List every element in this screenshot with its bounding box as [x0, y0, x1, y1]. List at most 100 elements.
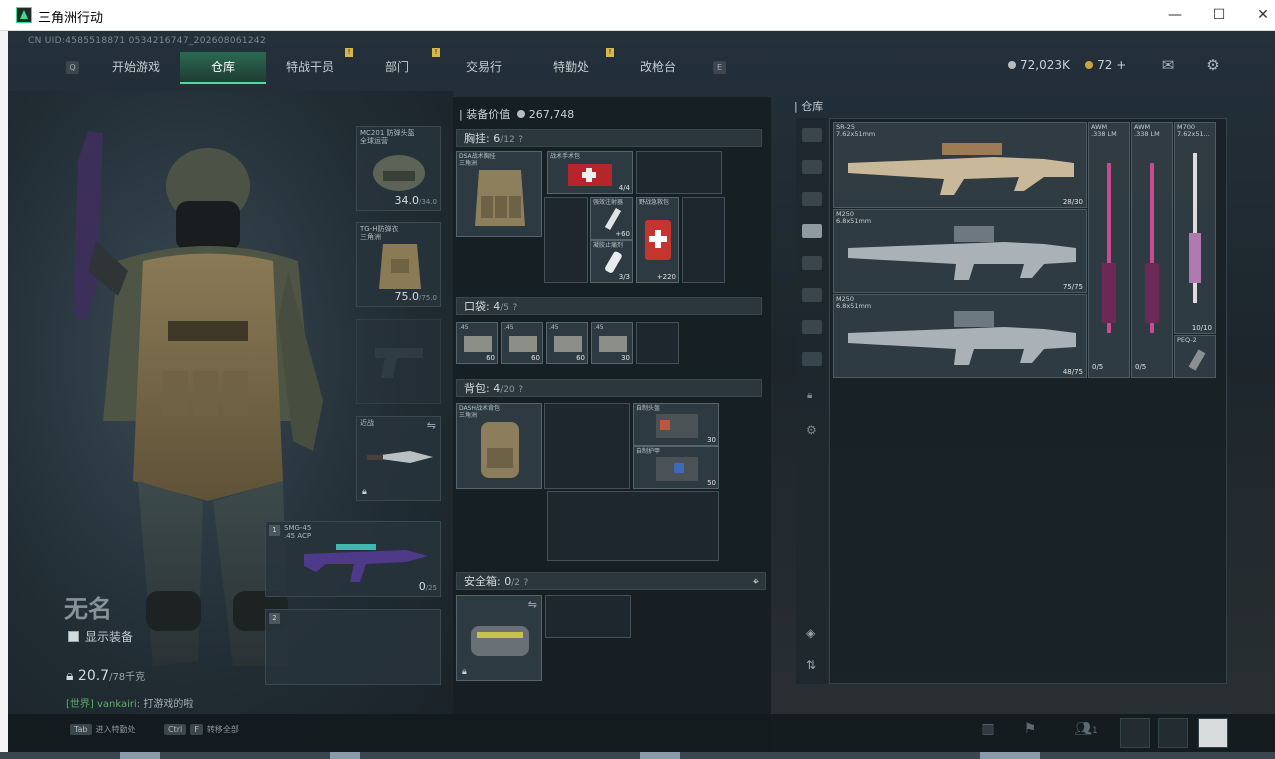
machine-gun-icon — [848, 311, 1076, 365]
inventory-item[interactable]: 凝胶止痛剂 3/3 — [590, 240, 633, 283]
machine-gun-icon — [848, 226, 1076, 280]
currency-display: 72,023K 72 + — [1008, 58, 1126, 72]
notification-badge: ! — [606, 48, 614, 57]
main-nav: 开始游戏 仓库 特战干员! 部门! 交易行 特勤处! 改枪台 — [60, 48, 720, 84]
pocket-header: 口袋: 4/5 ? — [456, 297, 762, 315]
game-viewport: CN UID:4585518871 0534216747_20260806124… — [8, 31, 1275, 752]
checkbox-icon[interactable] — [68, 631, 79, 642]
lock-icon[interactable]: 🔒︎ — [807, 390, 812, 401]
lock-icon: 🔒︎ — [362, 487, 367, 497]
secondary-weapon-slot[interactable]: 2 — [265, 609, 441, 685]
primary-weapon-slot[interactable]: 1 SMG-45.45 ACP 0/25 — [265, 521, 441, 597]
notification-badge: ! — [345, 48, 353, 57]
sort-icon[interactable]: ⇅ — [806, 658, 816, 672]
empty-grid[interactable] — [636, 151, 722, 194]
sniper-rifle-icon — [1145, 163, 1159, 333]
silver-coin-icon — [1008, 61, 1016, 69]
empty-grid[interactable] — [636, 322, 679, 364]
stash-weapon[interactable]: AWM .338 LM — [1088, 122, 1130, 378]
painkiller-icon — [605, 251, 622, 273]
category-filter-icon[interactable] — [802, 160, 822, 174]
settings-gear-icon[interactable]: ⚙ — [1203, 56, 1223, 74]
item-count: 0/5 — [1135, 363, 1147, 371]
flag-icon[interactable]: ⚑ — [1018, 721, 1042, 743]
helmet-icon — [373, 155, 425, 191]
team-slot[interactable] — [1158, 718, 1188, 748]
inventory-item[interactable]: 野战急救包 +220 — [636, 197, 679, 283]
transfer-all-hint[interactable]: Ctrl F 转移全部 — [164, 724, 239, 735]
helmet-slot[interactable]: MC201 防弹头盔 全球运营 34.0/34.0 — [356, 126, 441, 211]
inventory-item[interactable]: 自制头盔 30 — [633, 403, 719, 446]
tab-department[interactable]: 部门! — [354, 48, 440, 84]
stash-title: | 仓库 — [794, 100, 824, 113]
safebox-slot[interactable]: ⇋ 🔒︎ — [456, 595, 542, 681]
stash-weapon[interactable]: M250 6.8x51mm 75/75 — [833, 209, 1087, 293]
carry-weight: 🔒︎ 20.7/78千克 — [66, 668, 146, 684]
inventory-item[interactable]: 强效注射器 +60 — [590, 197, 633, 240]
empty-grid[interactable] — [545, 595, 631, 638]
ammo-item[interactable]: .45 60 — [501, 322, 543, 364]
rifle-icon — [848, 143, 1074, 195]
backpack-header: 背包: 4/20 ? — [456, 379, 762, 397]
window-title: 三角洲行动 — [38, 11, 104, 26]
ammo-item[interactable]: .45 30 — [591, 322, 633, 364]
maximize-button[interactable]: ☐ — [1207, 4, 1231, 26]
empty-grid[interactable] — [544, 403, 630, 489]
stash-sidebar: 🔒︎ ⚙ ◈ ⇅ — [796, 118, 828, 684]
swap-icon[interactable]: ⇋ — [427, 419, 436, 432]
sniper-rifle-icon — [1189, 153, 1201, 303]
category-filter-icon[interactable] — [802, 352, 822, 366]
tab-trade[interactable]: 交易行 — [441, 52, 527, 84]
enter-special-office-hint[interactable]: Tab 进入特勤处 — [70, 724, 136, 735]
pistol-silhouette-icon — [375, 348, 423, 378]
pin-icon[interactable]: ⌖ — [753, 573, 759, 590]
mail-icon[interactable]: ✉ — [1158, 56, 1178, 74]
team-slot[interactable] — [1120, 718, 1150, 748]
stats-chart-icon[interactable]: ▥ — [976, 721, 1000, 743]
slot-index: 1 — [269, 525, 280, 536]
stash-weapon[interactable]: M700 7.62x51... 10/10 — [1174, 122, 1216, 334]
desktop-strip — [0, 752, 1275, 759]
category-filter-icon[interactable] — [802, 192, 822, 206]
swap-icon[interactable]: ⇋ — [528, 598, 537, 611]
armor-slot[interactable]: TG-H防弹衣 三角洲 75.0/75.0 — [356, 222, 441, 307]
team-icon[interactable]: 👥︎1 — [1068, 721, 1104, 743]
close-button[interactable]: ✕ — [1251, 4, 1275, 26]
stash-weapon[interactable]: SR-25 7.62x51mm 28/30 — [833, 122, 1087, 208]
stash-weapon[interactable]: M250 6.8x51mm 48/75 — [833, 294, 1087, 378]
gold-amount[interactable]: 72 + — [1097, 58, 1126, 72]
minimize-button[interactable]: — — [1163, 4, 1187, 26]
tab-start-game[interactable]: 开始游戏 — [93, 52, 179, 84]
tab-special-office[interactable]: 特勤处! — [528, 48, 614, 84]
show-equipment-toggle[interactable]: 显示装备 — [68, 628, 133, 645]
inventory-item[interactable]: 战术手术包 4/4 — [547, 151, 633, 194]
empty-grid[interactable] — [544, 197, 588, 283]
empty-grid[interactable] — [547, 491, 719, 561]
tab-operators[interactable]: 特战干员! — [267, 48, 353, 84]
stash-weapon[interactable]: AWM .338 LM — [1131, 122, 1173, 378]
layers-icon[interactable]: ◈ — [806, 626, 815, 640]
weapon-filter-icon[interactable] — [802, 224, 822, 238]
chest-rig-slot[interactable]: DSA战术胸挂 三角洲 — [456, 151, 542, 237]
window-titlebar: 三角洲行动 — ☐ ✕ — [0, 0, 1275, 31]
ammo-item[interactable]: .45 60 — [456, 322, 498, 364]
medkit-icon — [568, 164, 612, 186]
empty-grid[interactable] — [682, 197, 725, 283]
bottom-bar: Tab 进入特勤处 Ctrl F 转移全部 ▥ ⚑ 👥︎1 — [8, 714, 1275, 752]
backpack-slot[interactable]: DASH战术背包 三角洲 — [456, 403, 542, 489]
inventory-item[interactable]: 自制护甲 50 — [633, 446, 719, 489]
settings-gear-icon[interactable]: ⚙ — [806, 423, 817, 437]
pistol-slot[interactable] — [356, 319, 441, 404]
category-filter-icon[interactable] — [802, 288, 822, 302]
category-filter-icon[interactable] — [802, 256, 822, 270]
tab-warehouse[interactable]: 仓库 — [180, 52, 266, 84]
uid-text: CN UID:4585518871 0534216747_20260806124… — [28, 36, 266, 46]
helmet-filter-icon[interactable] — [802, 128, 822, 142]
tab-gunsmith[interactable]: 改枪台 — [615, 52, 701, 84]
melee-slot[interactable]: 近战 ⇋ 🔒︎ — [356, 416, 441, 501]
category-filter-icon[interactable] — [802, 320, 822, 334]
ammo-item[interactable]: .45 60 — [546, 322, 588, 364]
stash-attachment[interactable]: PEQ-2 — [1174, 335, 1216, 378]
nav-next-key: E — [713, 61, 726, 74]
avatar[interactable] — [1198, 718, 1228, 748]
